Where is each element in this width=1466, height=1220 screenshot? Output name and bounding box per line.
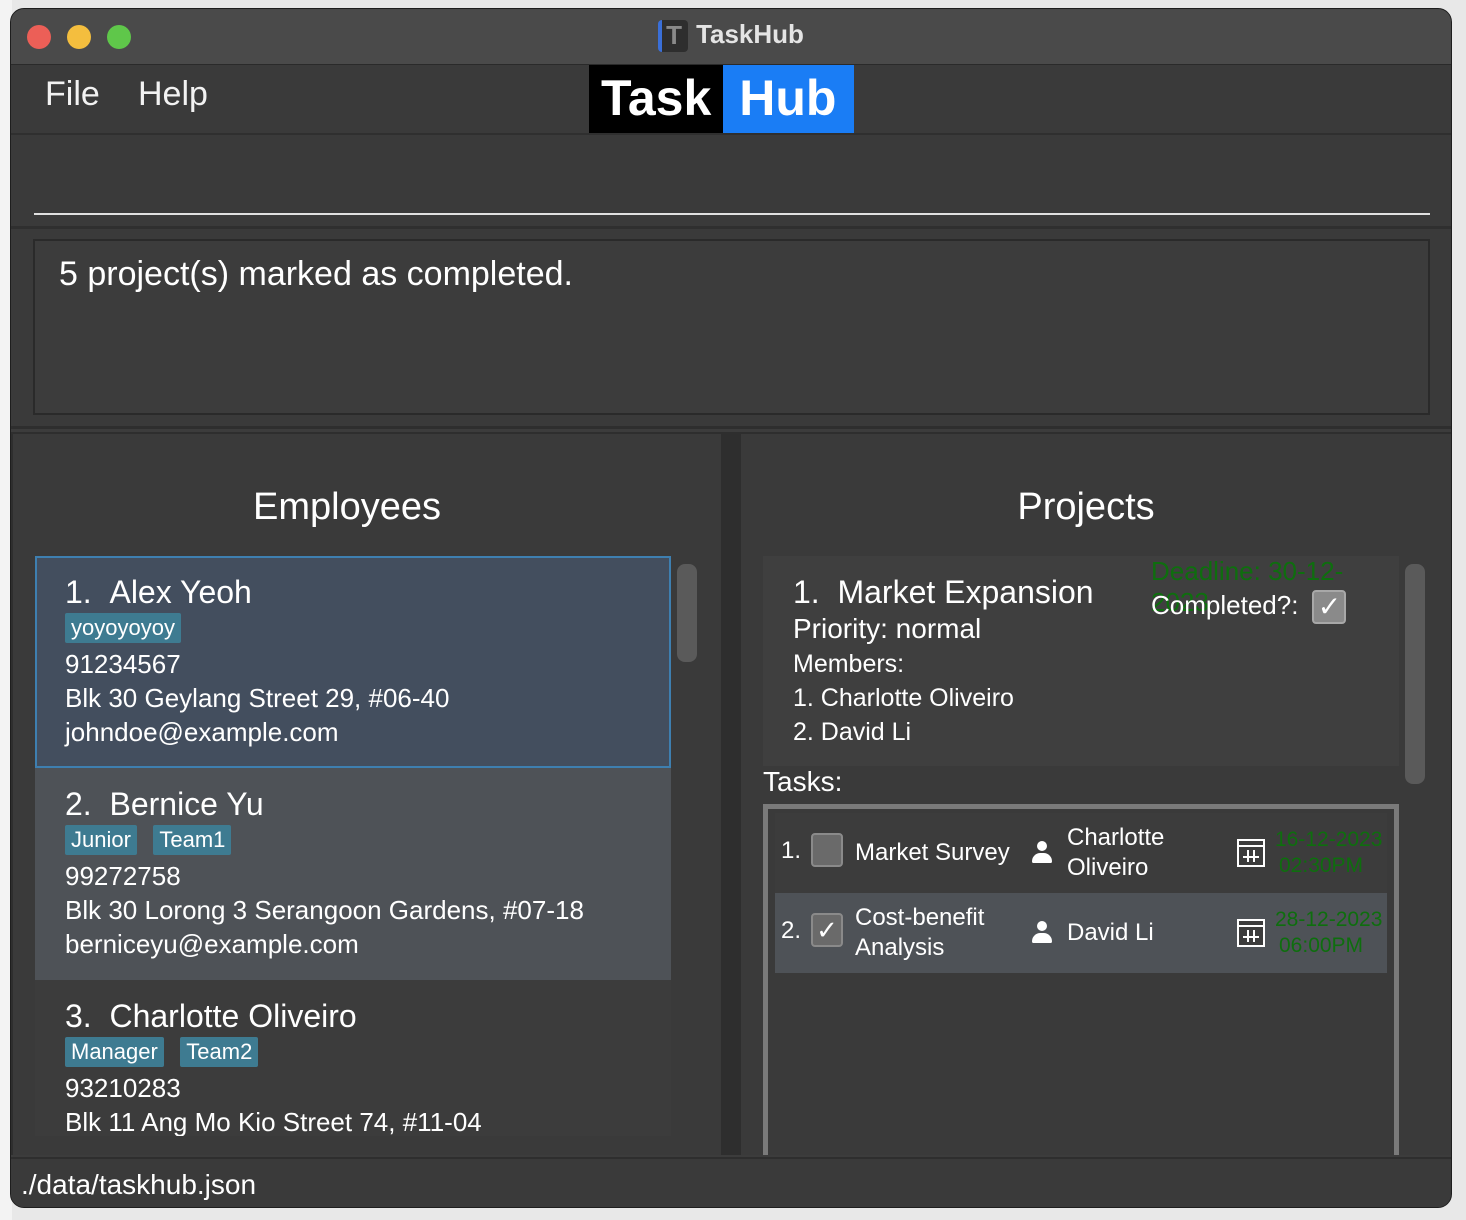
menu-file[interactable]: File	[45, 75, 100, 114]
employee-card[interactable]: 2. Bernice Yu Junior Team1 99272758 Blk …	[35, 768, 671, 980]
employee-list[interactable]: 1. Alex Yeoh yoyoyoyoy 91234567 Blk 30 G…	[35, 556, 671, 1136]
main-panels: Employees 1. Alex Yeoh yoyoyoyoy 9123456…	[11, 432, 1451, 1155]
employee-tags: Junior Team1	[65, 825, 671, 859]
projects-panel: Projects 1. Market Expansion Priority: n…	[741, 434, 1451, 1155]
task-assignee: David Li	[1067, 918, 1227, 948]
data-file-path: ./data/taskhub.json	[21, 1169, 257, 1200]
taskhub-logo: Task Hub	[589, 65, 855, 133]
employee-tags: yoyoyoyoy	[65, 613, 669, 647]
project-completed-checkbox[interactable]: ✓	[1312, 590, 1347, 625]
employees-panel: Employees 1. Alex Yeoh yoyoyoyoy 9123456…	[13, 434, 721, 1155]
employee-index: 2.	[65, 786, 92, 822]
employee-index: 1.	[65, 574, 92, 610]
employee-phone: 93210283	[65, 1073, 181, 1103]
employee-phone: 91234567	[65, 649, 181, 679]
employee-tag: Manager	[65, 1037, 164, 1067]
task-assignee: Charlotte Oliveiro	[1067, 823, 1227, 883]
command-box[interactable]	[11, 135, 1451, 229]
project-completed-row: Completed?: ✓	[1151, 590, 1347, 625]
task-row[interactable]: 2. ✓ Cost-benefit Analysis David Li 28-1…	[775, 893, 1387, 973]
projects-title: Projects	[1017, 486, 1155, 528]
employee-email: johndoe@example.com	[65, 717, 339, 747]
employee-tag: yoyoyoyoy	[65, 613, 181, 643]
task-done-checkbox[interactable]	[811, 833, 843, 867]
person-icon	[1031, 921, 1053, 945]
window-title-group: TaskHub	[11, 19, 1451, 53]
project-member: 2. David Li	[793, 718, 912, 746]
employee-tag: Team2	[180, 1037, 259, 1067]
result-message: 5 project(s) marked as completed.	[59, 255, 573, 293]
app-window: TaskHub File Help Task Hub 5 project(s) …	[10, 8, 1452, 1208]
project-list[interactable]: 1. Market Expansion Priority: normal Mem…	[763, 556, 1399, 1155]
task-deadline: 16-12-2023 02:30PM	[1275, 827, 1387, 879]
project-index: 1.	[793, 574, 820, 610]
employee-email: berniceyu@example.com	[65, 929, 359, 959]
task-name-line: Cost-benefit	[855, 904, 985, 931]
title-bar: TaskHub	[11, 9, 1451, 65]
window-title: TaskHub	[696, 19, 804, 49]
employee-name: Bernice Yu	[109, 786, 264, 822]
calendar-icon	[1237, 839, 1265, 867]
app-icon	[658, 20, 689, 53]
tasks-label: Tasks:	[763, 766, 843, 797]
task-name-line: Analysis	[855, 934, 945, 961]
task-index: 1.	[781, 837, 802, 864]
employee-phone: 99272758	[65, 861, 181, 891]
result-display-container: 5 project(s) marked as completed.	[11, 229, 1451, 429]
task-name-line: Market Survey	[855, 839, 1010, 866]
task-deadline: 28-12-2023 06:00PM	[1275, 907, 1387, 959]
project-card[interactable]: 1. Market Expansion Priority: normal Mem…	[763, 556, 1399, 766]
project-list-scrollbar[interactable]	[1405, 564, 1425, 784]
employee-card[interactable]: 1. Alex Yeoh yoyoyoyoy 91234567 Blk 30 G…	[35, 556, 671, 768]
employee-name: Alex Yeoh	[109, 574, 252, 610]
employee-index: 3.	[65, 998, 92, 1034]
task-name: Cost-benefit Analysis	[855, 903, 1020, 963]
project-completed-label: Completed?:	[1151, 590, 1299, 620]
employee-name: Charlotte Oliveiro	[109, 998, 357, 1034]
task-list[interactable]: 1. Market Survey Charlotte Oliveiro 16-1…	[763, 804, 1399, 1155]
logo-hub-text: Hub	[723, 65, 855, 133]
employee-address: Blk 11 Ang Mo Kio Street 74, #11-04	[65, 1107, 482, 1136]
task-time: 02:30PM	[1279, 854, 1364, 877]
employee-name-line: 1. Alex Yeoh	[65, 574, 669, 611]
calendar-icon	[1237, 919, 1265, 947]
employee-name-line: 2. Bernice Yu	[65, 786, 671, 823]
project-member: 1. Charlotte Oliveiro	[793, 684, 1014, 712]
task-date: 16-12-2023	[1275, 828, 1383, 851]
menu-help[interactable]: Help	[138, 75, 208, 114]
person-icon	[1031, 841, 1053, 865]
task-row[interactable]: 1. Market Survey Charlotte Oliveiro 16-1…	[775, 813, 1387, 893]
task-assignee-line: Charlotte	[1067, 824, 1165, 851]
task-index: 2.	[781, 917, 802, 944]
employee-address: Blk 30 Lorong 3 Serangoon Gardens, #07-1…	[65, 895, 584, 925]
employee-tags: Manager Team2	[65, 1037, 671, 1071]
command-input-underline[interactable]	[34, 213, 1430, 215]
task-assignee-line: Oliveiro	[1067, 854, 1149, 881]
result-display: 5 project(s) marked as completed.	[33, 239, 1430, 415]
task-date: 28-12-2023	[1275, 908, 1383, 931]
employee-address: Blk 30 Geylang Street 29, #06-40	[65, 683, 450, 713]
task-name: Market Survey	[855, 838, 1020, 868]
task-assignee-line: David Li	[1067, 919, 1154, 946]
status-bar: ./data/taskhub.json	[11, 1157, 1451, 1207]
menu-bar: File Help Task Hub	[11, 65, 1451, 135]
employees-title: Employees	[253, 486, 441, 528]
project-members-label: Members:	[793, 650, 905, 678]
employee-name-line: 3. Charlotte Oliveiro	[65, 998, 671, 1035]
project-name: Market Expansion	[837, 574, 1094, 610]
employee-list-scrollbar[interactable]	[677, 564, 697, 662]
task-done-checkbox[interactable]: ✓	[811, 913, 843, 947]
task-time: 06:00PM	[1279, 934, 1364, 957]
employee-tag: Team1	[153, 825, 232, 855]
employee-card[interactable]: 3. Charlotte Oliveiro Manager Team2 9321…	[35, 980, 671, 1136]
employee-tag: Junior	[65, 825, 137, 855]
logo-task-text: Task	[589, 65, 724, 133]
